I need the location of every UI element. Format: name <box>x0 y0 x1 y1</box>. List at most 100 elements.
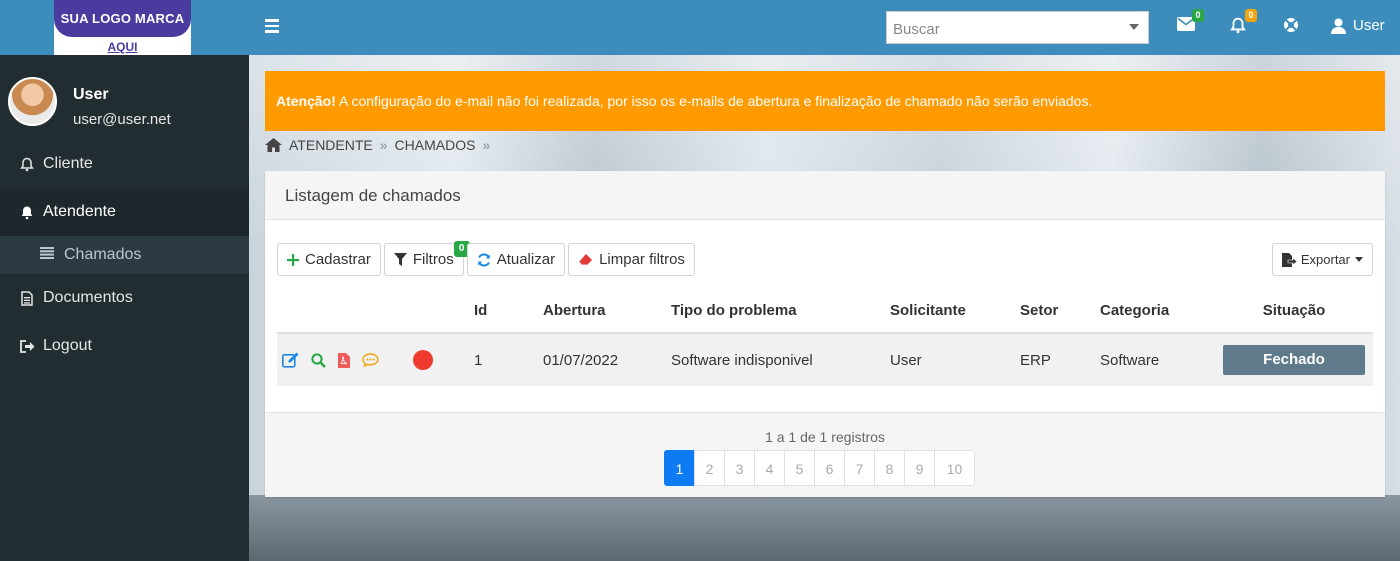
logo[interactable]: SUA LOGO MARCA AQUI <box>54 0 191 55</box>
caret-down-icon <box>1355 257 1363 262</box>
logo-area: SUA LOGO MARCA AQUI <box>0 0 249 55</box>
actions-column-header <box>277 288 474 334</box>
toolbar: Cadastrar Filtros 0 Atualizar Limpar fil… <box>277 241 698 276</box>
column-header-situacao[interactable]: Situação <box>1215 288 1373 334</box>
avatar <box>8 77 57 126</box>
sidebar-item-label: Chamados <box>64 246 142 263</box>
pdf-icon[interactable] <box>338 352 350 368</box>
chevron-down-icon <box>1129 24 1139 30</box>
mail-badge: 0 <box>1192 9 1204 22</box>
sidebar-item-label: Cliente <box>43 155 93 172</box>
hamburger-menu-icon[interactable] <box>265 19 279 33</box>
user-menu[interactable]: User <box>1331 17 1385 34</box>
table-row: 1 01/07/2022 Software indisponivel User … <box>277 333 1373 386</box>
atualizar-button[interactable]: Atualizar <box>466 243 566 276</box>
logo-sub-text: AQUI <box>107 40 138 54</box>
sidebar-item-atendente[interactable]: Atendente <box>0 188 249 236</box>
home-icon[interactable] <box>265 138 282 152</box>
edit-icon[interactable] <box>282 352 299 368</box>
page-2[interactable]: 2 <box>694 450 725 486</box>
document-icon <box>19 290 35 306</box>
exportar-button[interactable]: Exportar <box>1271 243 1373 276</box>
page-4[interactable]: 4 <box>754 450 785 486</box>
cell-setor: ERP <box>1020 333 1100 386</box>
eraser-icon <box>578 253 593 266</box>
limpar-filtros-label: Limpar filtros <box>599 251 685 268</box>
search-placeholder: Buscar <box>893 21 940 38</box>
cell-categoria: Software <box>1100 333 1215 386</box>
breadcrumb: ATENDENTE » CHAMADOS » <box>265 137 497 153</box>
bell-icon <box>19 205 35 220</box>
column-header-tipo[interactable]: Tipo do problema <box>671 288 890 334</box>
user-panel: User user@user.net <box>0 55 249 140</box>
user-menu-label: User <box>1353 17 1385 34</box>
list-icon <box>40 246 56 264</box>
logo-main-text: SUA LOGO MARCA <box>54 0 191 37</box>
mail-icon[interactable]: 0 <box>1177 9 1204 37</box>
refresh-icon <box>477 253 491 267</box>
user-name: User <box>73 86 109 103</box>
cell-id: 1 <box>474 333 543 386</box>
filtros-label: Filtros <box>412 251 454 268</box>
page-6[interactable]: 6 <box>814 450 845 486</box>
column-header-setor[interactable]: Setor <box>1020 288 1100 334</box>
view-magnifier-icon[interactable] <box>311 352 326 368</box>
plus-icon <box>287 253 299 266</box>
pagination: 1 2 3 4 5 6 7 8 9 10 <box>664 450 975 486</box>
cadastrar-button[interactable]: Cadastrar <box>277 243 381 276</box>
page-3[interactable]: 3 <box>724 450 755 486</box>
sidebar-item-label: Logout <box>43 337 92 354</box>
breadcrumb-item-chamados[interactable]: CHAMADOS <box>395 137 476 153</box>
logout-icon <box>19 339 35 353</box>
top-navbar: Buscar 0 0 User <box>249 0 1400 55</box>
cell-solicitante: User <box>890 333 1020 386</box>
column-header-abertura[interactable]: Abertura <box>543 288 671 334</box>
export-file-icon <box>1281 252 1297 267</box>
sidebar-item-cliente[interactable]: Cliente <box>0 140 249 188</box>
alert-strong: Atenção! <box>276 93 336 109</box>
records-count: 1 a 1 de 1 registros <box>765 429 885 445</box>
exportar-label: Exportar <box>1300 252 1350 267</box>
bell-outline-icon <box>19 157 35 172</box>
breadcrumb-item-atendente[interactable]: ATENDENTE <box>289 137 373 153</box>
row-actions <box>277 333 474 386</box>
page-7[interactable]: 7 <box>844 450 875 486</box>
status-indicator-dot <box>413 350 433 370</box>
column-header-categoria[interactable]: Categoria <box>1100 288 1215 334</box>
page-10[interactable]: 10 <box>934 450 975 486</box>
atualizar-label: Atualizar <box>496 251 556 268</box>
limpar-filtros-button[interactable]: Limpar filtros <box>568 243 695 276</box>
filter-icon <box>393 253 407 266</box>
sidebar-item-label: Atendente <box>43 203 116 220</box>
email-config-alert: Atenção! A configuração do e-mail não fo… <box>265 71 1385 131</box>
panel-title: Listagem de chamados <box>265 171 1385 220</box>
sidebar-item-chamados[interactable]: Chamados <box>0 236 249 274</box>
tickets-table: Id Abertura Tipo do problema Solicitante… <box>277 288 1373 386</box>
sidebar-item-logout[interactable]: Logout <box>0 322 249 370</box>
filtros-button[interactable]: Filtros 0 <box>383 241 470 276</box>
comment-icon[interactable] <box>362 353 379 367</box>
cell-abertura: 01/07/2022 <box>543 333 671 386</box>
page-1[interactable]: 1 <box>664 450 695 486</box>
table-header-row: Id Abertura Tipo do problema Solicitante… <box>277 288 1373 334</box>
user-icon <box>1331 18 1346 34</box>
column-header-solicitante[interactable]: Solicitante <box>890 288 1020 334</box>
page-5[interactable]: 5 <box>784 450 815 486</box>
help-lifebuoy-icon[interactable] <box>1283 17 1303 37</box>
page-8[interactable]: 8 <box>874 450 905 486</box>
page-9[interactable]: 9 <box>904 450 935 486</box>
sidebar-item-label: Documentos <box>43 289 133 306</box>
column-header-id[interactable]: Id <box>474 288 543 334</box>
bell-badge: 0 <box>1245 9 1257 22</box>
cell-situacao: Fechado <box>1215 333 1373 386</box>
notification-bell-icon[interactable]: 0 <box>1230 9 1257 37</box>
cadastrar-label: Cadastrar <box>305 251 371 268</box>
search-select[interactable]: Buscar <box>886 11 1149 44</box>
background-image-floor <box>249 495 1400 561</box>
panel-footer: 1 a 1 de 1 registros 1 2 3 4 5 6 7 8 9 1… <box>265 412 1385 497</box>
tickets-panel: Listagem de chamados Cadastrar Filtros 0… <box>265 171 1385 497</box>
alert-text: A configuração do e-mail não foi realiza… <box>335 93 1093 109</box>
chevron-double-right-icon: » <box>482 137 491 153</box>
sidebar-item-documentos[interactable]: Documentos <box>0 274 249 322</box>
status-badge: Fechado <box>1223 345 1365 375</box>
